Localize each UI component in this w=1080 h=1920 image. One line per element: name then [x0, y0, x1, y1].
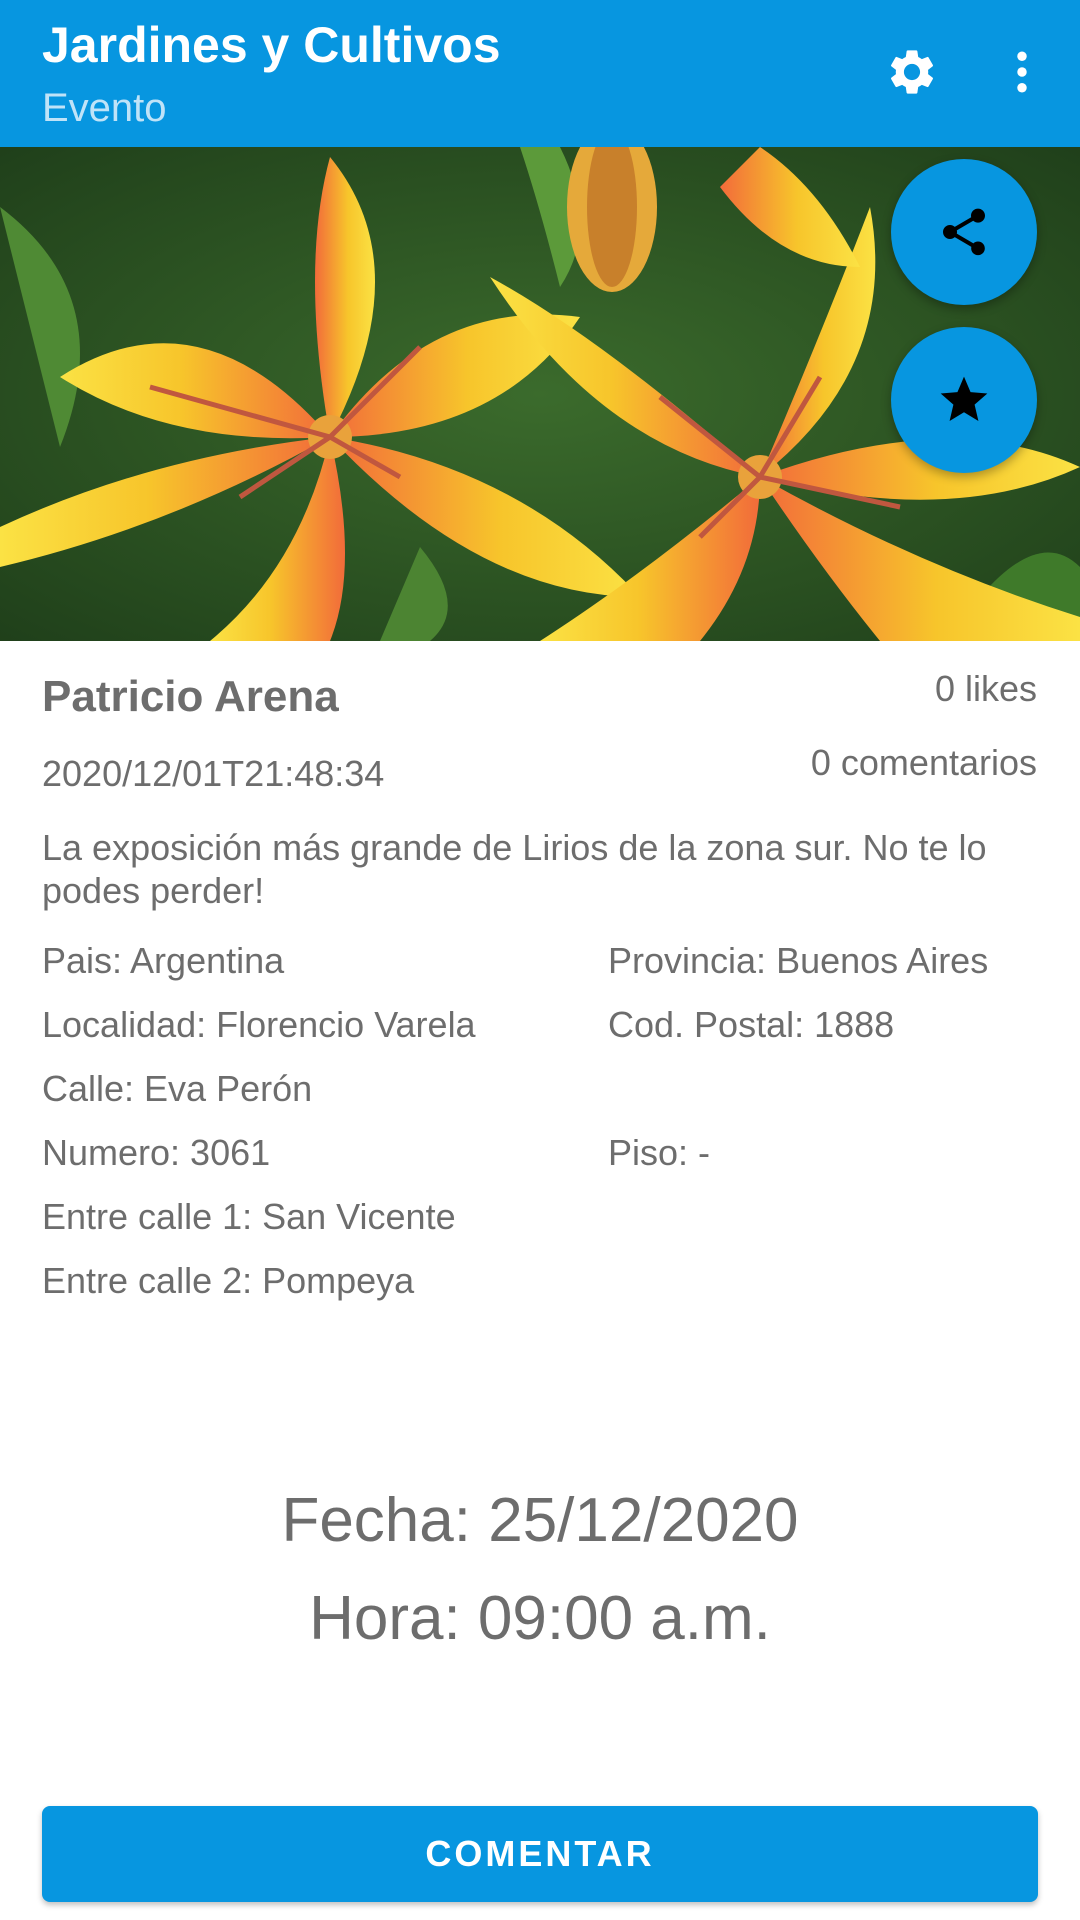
app-title: Jardines y Cultivos	[42, 17, 501, 73]
share-icon	[943, 208, 985, 256]
event-description: La exposición más grande de Lirios de la…	[42, 827, 987, 911]
event-time: Hora: 09:00 a.m.	[309, 1584, 771, 1653]
comments-count: 0 comentarios	[810, 742, 1037, 783]
share-button[interactable]	[891, 159, 1037, 305]
settings-button[interactable]	[877, 37, 947, 107]
postal-code-field: Cod. Postal: 1888	[608, 1004, 895, 1045]
province-field: Provincia: Buenos Aires	[608, 940, 989, 981]
more-vert-icon	[1017, 51, 1027, 93]
cross-street-1-field: Entre calle 1: San Vicente	[42, 1196, 456, 1237]
star-icon	[940, 376, 988, 421]
event-date: Fecha: 25/12/2020	[281, 1486, 799, 1555]
more-options-button[interactable]	[987, 37, 1057, 107]
street-field: Calle: Eva Perón	[42, 1068, 313, 1109]
likes-count: 0 likes	[934, 668, 1037, 709]
floor-field: Piso: -	[608, 1132, 711, 1173]
country-field: Pais: Argentina	[42, 940, 285, 981]
gear-icon	[890, 50, 934, 94]
locality-field: Localidad: Florencio Varela	[42, 1004, 476, 1045]
post-timestamp: 2020/12/01T21:48:34	[42, 753, 385, 794]
comment-button[interactable]: COMENTAR	[42, 1806, 1038, 1902]
cross-street-2-field: Entre calle 2: Pompeya	[42, 1260, 415, 1301]
number-field: Numero: 3061	[42, 1132, 271, 1173]
comment-button-label: COMENTAR	[425, 1833, 655, 1874]
author-name: Patricio Arena	[42, 672, 339, 721]
app-subtitle: Evento	[42, 86, 167, 130]
app-bar: Jardines y Cultivos Evento	[0, 0, 1080, 147]
favorite-button[interactable]	[891, 327, 1037, 473]
